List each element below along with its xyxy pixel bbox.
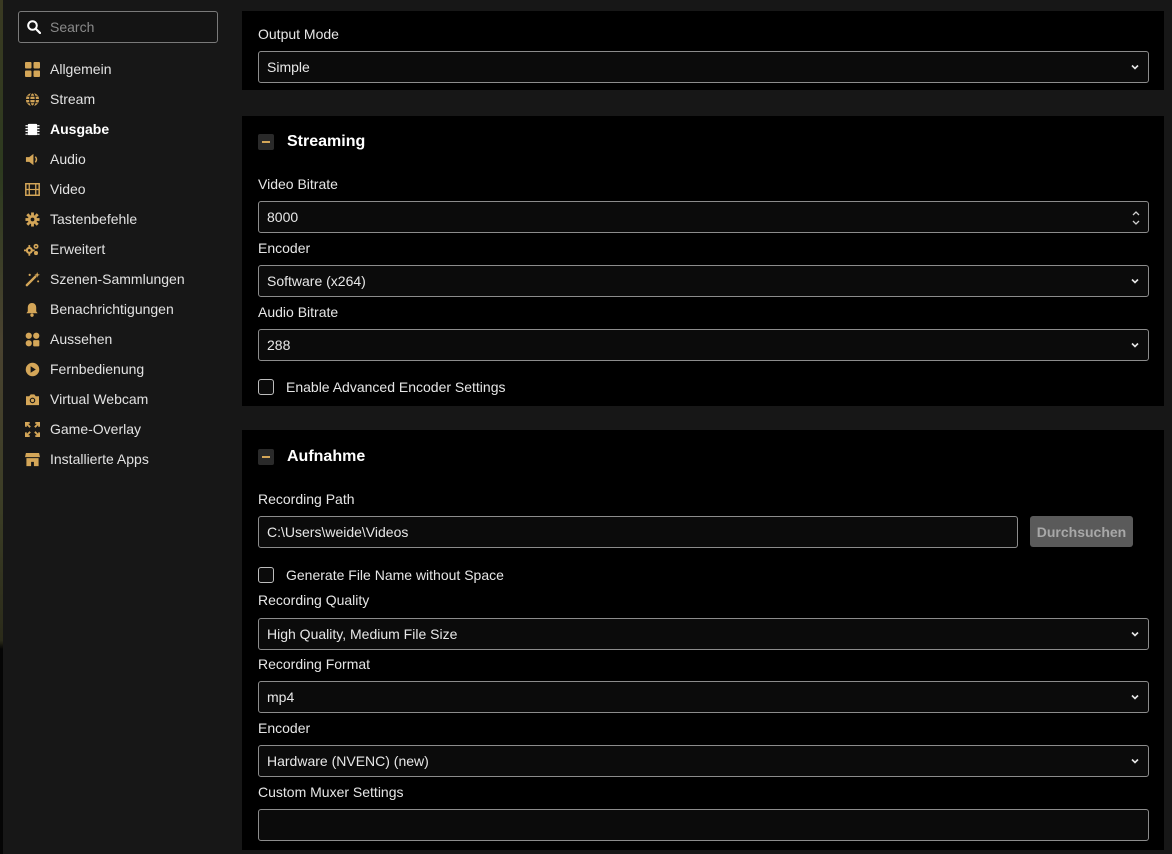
advanced-encoder-label: Enable Advanced Encoder Settings	[286, 379, 506, 395]
chevron-down-icon	[1131, 342, 1139, 348]
sidebar-item-label: Fernbedienung	[50, 361, 145, 377]
magic-wand-icon	[24, 271, 40, 287]
recording-path-input[interactable]: C:\Users\weide\Videos	[258, 516, 1018, 548]
sidebar-item-szenen-sammlungen[interactable]: Szenen-Sammlungen	[3, 264, 234, 294]
no-space-checkbox-row[interactable]: Generate File Name without Space	[258, 567, 504, 583]
sidebar-item-label: Game-Overlay	[50, 421, 142, 437]
sidebar-item-label: Video	[50, 181, 86, 197]
chevron-down-icon	[1131, 758, 1139, 764]
sidebar-item-allgemein[interactable]: Allgemein	[3, 54, 234, 84]
chip-icon	[24, 121, 40, 137]
section-title: Streaming	[287, 133, 366, 150]
advanced-encoder-checkbox-row[interactable]: Enable Advanced Encoder Settings	[258, 379, 506, 395]
gears-icon	[24, 241, 40, 257]
advanced-encoder-checkbox[interactable]	[258, 379, 274, 395]
sidebar-item-virtual-webcam[interactable]: Virtual Webcam	[3, 384, 234, 414]
sidebar-item-label: Installierte Apps	[50, 451, 149, 467]
browse-button[interactable]: Durchsuchen	[1030, 516, 1133, 547]
recording-format-value: mp4	[267, 689, 295, 705]
search-box[interactable]	[18, 11, 218, 43]
streaming-header: Streaming	[258, 133, 365, 151]
chevron-down-icon	[1131, 278, 1139, 284]
sidebar-item-label: Erweitert	[50, 241, 106, 257]
minus-icon	[262, 141, 270, 143]
camera-icon	[24, 391, 40, 407]
speaker-icon	[24, 151, 40, 167]
spinner-arrows-icon[interactable]	[1131, 208, 1141, 228]
sidebar-item-installierte-apps[interactable]: Installierte Apps	[3, 444, 234, 474]
recording-path-value: C:\Users\weide\Videos	[267, 524, 409, 540]
no-space-checkbox[interactable]	[258, 567, 274, 583]
collapse-button[interactable]	[258, 134, 274, 150]
recording-format-label: Recording Format	[258, 656, 371, 672]
streaming-panel: Streaming Video Bitrate 8000 Encoder Sof…	[242, 116, 1164, 406]
output-mode-select[interactable]: Simple	[258, 51, 1149, 83]
film-icon	[24, 181, 40, 197]
sidebar-item-benachrichtigungen[interactable]: Benachrichtigungen	[3, 294, 234, 324]
sidebar-item-label: Ausgabe	[50, 121, 110, 137]
output-mode-label: Output Mode	[258, 26, 339, 42]
audio-bitrate-label: Audio Bitrate	[258, 304, 339, 320]
chevron-down-icon	[1131, 631, 1139, 637]
sidebar-item-stream[interactable]: Stream	[3, 84, 234, 114]
sidebar-item-audio[interactable]: Audio	[3, 144, 234, 174]
sidebar-item-game-overlay[interactable]: Game-Overlay	[3, 414, 234, 444]
search-input[interactable]	[50, 19, 200, 35]
recording-quality-select[interactable]: High Quality, Medium File Size	[258, 618, 1149, 650]
palette-icon	[24, 331, 40, 347]
recording-format-select[interactable]: mp4	[258, 681, 1149, 713]
grid-icon	[24, 61, 40, 77]
search-icon	[27, 20, 41, 34]
section-title: Aufnahme	[287, 448, 366, 465]
sidebar-item-label: Stream	[50, 91, 96, 107]
output-mode-panel: Output Mode Simple	[242, 11, 1164, 90]
recording-header: Aufnahme	[258, 448, 365, 466]
chevron-down-icon	[1131, 64, 1139, 70]
bell-icon	[24, 301, 40, 317]
video-bitrate-input[interactable]: 8000	[258, 201, 1149, 233]
sidebar-item-fernbedienung[interactable]: Fernbedienung	[3, 354, 234, 384]
sidebar: Allgemein Stream Ausgabe Audio Video	[3, 0, 234, 854]
recording-encoder-label: Encoder	[258, 720, 311, 736]
globe-icon	[24, 91, 40, 107]
streaming-encoder-select[interactable]: Software (x264)	[258, 265, 1149, 297]
recording-quality-value: High Quality, Medium File Size	[267, 626, 458, 642]
recording-panel: Aufnahme Recording Path C:\Users\weide\V…	[242, 430, 1164, 850]
minus-icon	[262, 456, 270, 458]
collapse-button[interactable]	[258, 449, 274, 465]
settings-content: Output Mode Simple Streaming Video Bitra…	[234, 0, 1172, 854]
recording-encoder-select[interactable]: Hardware (NVENC) (new)	[258, 745, 1149, 777]
store-icon	[24, 451, 40, 467]
sidebar-item-video[interactable]: Video	[3, 174, 234, 204]
no-space-label: Generate File Name without Space	[286, 567, 504, 583]
sidebar-item-label: Szenen-Sammlungen	[50, 271, 185, 287]
settings-nav: Allgemein Stream Ausgabe Audio Video Tas…	[3, 54, 234, 474]
sidebar-item-label: Benachrichtigungen	[50, 301, 174, 317]
sidebar-item-label: Tastenbefehle	[50, 211, 138, 227]
custom-muxer-input[interactable]	[258, 809, 1149, 841]
sidebar-item-label: Virtual Webcam	[50, 391, 149, 407]
sidebar-item-label: Aussehen	[50, 331, 113, 347]
video-bitrate-label: Video Bitrate	[258, 176, 338, 192]
play-circle-icon	[24, 361, 40, 377]
sidebar-item-erweitert[interactable]: Erweitert	[3, 234, 234, 264]
sidebar-item-label: Audio	[50, 151, 86, 167]
recording-quality-label: Recording Quality	[258, 592, 370, 608]
sidebar-item-tastenbefehle[interactable]: Tastenbefehle	[3, 204, 234, 234]
gear-icon	[24, 211, 40, 227]
sidebar-item-label: Allgemein	[50, 61, 112, 77]
sidebar-item-aussehen[interactable]: Aussehen	[3, 324, 234, 354]
expand-icon	[24, 421, 40, 437]
streaming-encoder-value: Software (x264)	[267, 273, 366, 289]
encoder-label: Encoder	[258, 240, 311, 256]
recording-path-label: Recording Path	[258, 491, 355, 507]
output-mode-value: Simple	[267, 59, 310, 75]
sidebar-item-ausgabe[interactable]: Ausgabe	[3, 114, 234, 144]
audio-bitrate-value: 288	[267, 337, 291, 353]
custom-muxer-label: Custom Muxer Settings	[258, 784, 404, 800]
audio-bitrate-select[interactable]: 288	[258, 329, 1149, 361]
chevron-down-icon	[1131, 694, 1139, 700]
recording-encoder-value: Hardware (NVENC) (new)	[267, 753, 429, 769]
video-bitrate-value: 8000	[267, 209, 299, 225]
